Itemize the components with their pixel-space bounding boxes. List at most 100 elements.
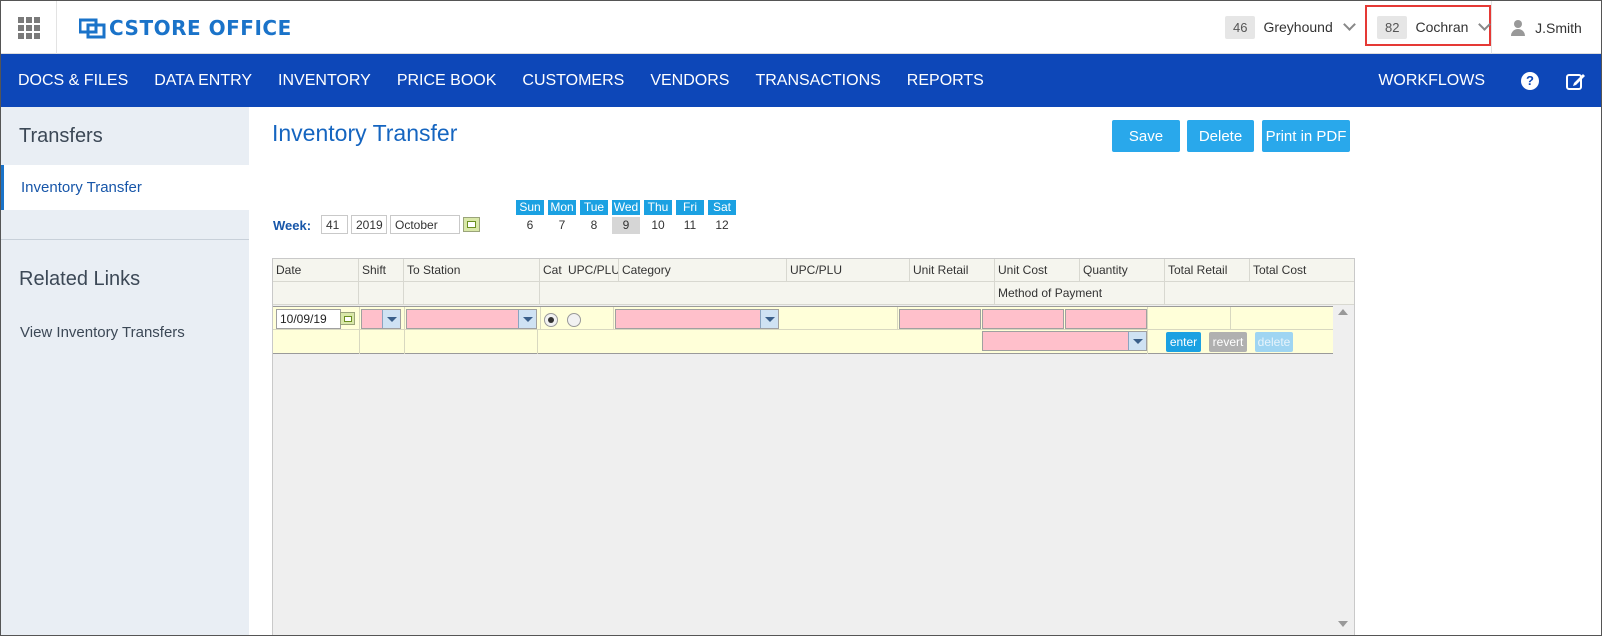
- logo: CSTORE OFFICE: [79, 15, 292, 41]
- subheader-blank: [540, 282, 995, 305]
- month-field[interactable]: October: [390, 215, 460, 234]
- scroll-up-arrow-icon[interactable]: [1338, 309, 1348, 315]
- nav-vendors[interactable]: VENDORS: [637, 54, 742, 107]
- edit-icon[interactable]: [1565, 70, 1587, 92]
- user-icon: [1511, 19, 1526, 36]
- col-unit-retail: Unit Retail: [910, 259, 995, 282]
- to-station-select[interactable]: [406, 309, 537, 329]
- col-category: Category: [619, 259, 787, 282]
- store-name: Cochran: [1415, 19, 1469, 35]
- day-thu[interactable]: Thu 10: [642, 200, 674, 234]
- chevron-down-icon[interactable]: [518, 310, 536, 328]
- print-pdf-button[interactable]: Print in PDF: [1262, 120, 1350, 152]
- apps-menu-button[interactable]: [1, 1, 57, 54]
- nav-reports[interactable]: REPORTS: [894, 54, 997, 107]
- save-button[interactable]: Save: [1112, 120, 1180, 152]
- date-input[interactable]: [276, 309, 341, 329]
- nav-data-entry[interactable]: DATA ENTRY: [141, 54, 265, 107]
- related-links-title: Related Links: [19, 268, 141, 290]
- chevron-down-icon[interactable]: [382, 310, 400, 328]
- question-circle-icon[interactable]: ?: [1521, 71, 1539, 90]
- store-selector-cochran[interactable]: 82 Cochran: [1377, 14, 1492, 40]
- day-mon[interactable]: Mon 7: [546, 200, 578, 234]
- day-name: Mon: [548, 200, 576, 215]
- store-number: 82: [1377, 15, 1408, 39]
- sidebar: Transfers Inventory Transfer Related Lin…: [1, 107, 249, 635]
- col-method-of-payment: Method of Payment: [995, 282, 1165, 305]
- calendar-icon[interactable]: [340, 312, 355, 325]
- day-sun[interactable]: Sun 6: [514, 200, 546, 234]
- year-field[interactable]: 2019: [351, 215, 387, 234]
- day-name: Thu: [644, 200, 672, 215]
- logo-mark-icon: [79, 18, 106, 39]
- store-selector-greyhound[interactable]: 46 Greyhound: [1225, 14, 1356, 40]
- day-number: 10: [651, 218, 665, 232]
- day-name: Sat: [708, 200, 736, 215]
- link-view-inventory-transfers[interactable]: View Inventory Transfers: [20, 324, 185, 341]
- page-title: Inventory Transfer: [272, 120, 458, 146]
- subheader-blank: [404, 282, 540, 305]
- main-nav: DOCS & FILES DATA ENTRY INVENTORY PRICE …: [1, 54, 1601, 107]
- day-number: 11: [683, 218, 697, 232]
- category-select[interactable]: [615, 309, 779, 329]
- scroll-down-arrow-icon[interactable]: [1338, 621, 1348, 627]
- delete-button[interactable]: Delete: [1187, 120, 1254, 152]
- col-upc-plu: UPC/PLU: [787, 259, 910, 282]
- nav-inventory[interactable]: INVENTORY: [265, 54, 384, 107]
- store-number: 46: [1225, 15, 1256, 39]
- day-wed[interactable]: Wed 9: [610, 200, 642, 234]
- day-sat[interactable]: Sat 12: [706, 200, 738, 234]
- nav-customers[interactable]: CUSTOMERS: [509, 54, 637, 107]
- enter-button[interactable]: enter: [1166, 332, 1201, 352]
- app-frame: CSTORE OFFICE 46 Greyhound 82 Cochran J.…: [0, 0, 1602, 636]
- chevron-down-icon: [1478, 18, 1492, 31]
- cat-radio[interactable]: [544, 313, 558, 327]
- day-number: 7: [558, 218, 566, 232]
- quantity-input[interactable]: [1065, 309, 1147, 329]
- chevron-down-icon: [1342, 18, 1356, 31]
- delete-row-button[interactable]: delete: [1255, 332, 1293, 352]
- col-date: Date: [273, 259, 359, 282]
- shift-select[interactable]: [361, 309, 401, 329]
- method-of-payment-select[interactable]: [982, 331, 1147, 351]
- upc-plu-radio[interactable]: [567, 313, 581, 327]
- day-name: Wed: [612, 200, 640, 215]
- nav-docs-files[interactable]: DOCS & FILES: [1, 54, 141, 107]
- sidebar-item-inventory-transfer[interactable]: Inventory Transfer: [1, 165, 249, 210]
- store-name: Greyhound: [1263, 19, 1333, 35]
- day-name: Fri: [676, 200, 704, 215]
- chevron-down-icon[interactable]: [1128, 332, 1146, 350]
- day-name: Sun: [516, 200, 544, 215]
- user-menu[interactable]: J.Smith: [1491, 1, 1601, 54]
- col-total-retail: Total Retail: [1165, 259, 1250, 282]
- subheader-blank: [359, 282, 404, 305]
- sidebar-divider: [1, 239, 249, 240]
- week-label: Week:: [273, 218, 312, 233]
- sidebar-title: Transfers: [19, 125, 103, 147]
- logo-text: CSTORE OFFICE: [109, 16, 292, 40]
- top-bar: CSTORE OFFICE 46 Greyhound 82 Cochran J.…: [1, 1, 1601, 54]
- col-unit-cost: Unit Cost: [995, 259, 1080, 282]
- calendar-icon[interactable]: [463, 217, 480, 232]
- col-to-station: To Station: [404, 259, 540, 282]
- nav-workflows[interactable]: WORKFLOWS: [1356, 54, 1507, 107]
- chevron-down-icon[interactable]: [760, 310, 778, 328]
- day-fri[interactable]: Fri 11: [674, 200, 706, 234]
- nav-price-book[interactable]: PRICE BOOK: [384, 54, 510, 107]
- day-number: 8: [590, 218, 598, 232]
- day-number: 12: [715, 218, 729, 232]
- col-shift: Shift: [359, 259, 404, 282]
- week-number-field[interactable]: 41: [321, 215, 348, 234]
- col-upc-plu-toggle: UPC/PLU: [565, 259, 619, 282]
- day-tue[interactable]: Tue 8: [578, 200, 610, 234]
- nav-transactions[interactable]: TRANSACTIONS: [742, 54, 893, 107]
- user-name: J.Smith: [1535, 19, 1582, 36]
- grid-icon: [17, 16, 40, 39]
- grid-subheader-row: Method of Payment: [273, 282, 1354, 305]
- revert-button[interactable]: revert: [1209, 332, 1247, 352]
- day-number-selected: 9: [612, 217, 640, 234]
- unit-retail-input[interactable]: [899, 309, 981, 329]
- unit-cost-input[interactable]: [982, 309, 1064, 329]
- day-name: Tue: [580, 200, 608, 215]
- subheader-blank: [273, 282, 359, 305]
